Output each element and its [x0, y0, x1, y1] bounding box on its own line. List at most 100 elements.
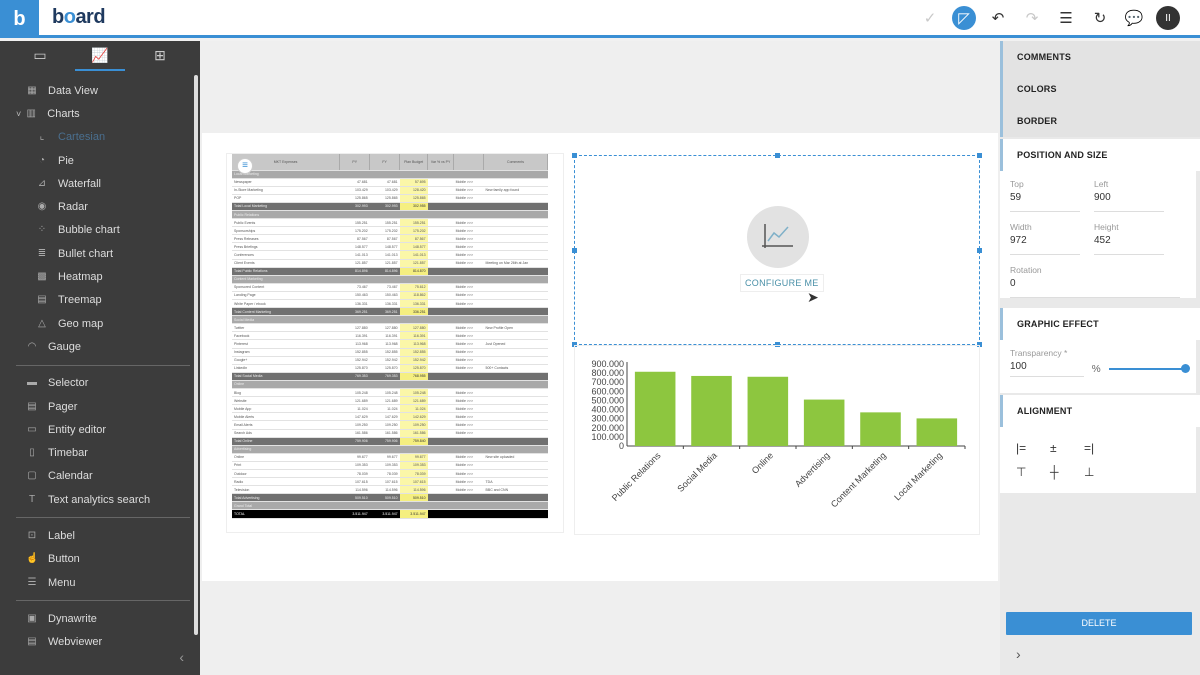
editable-cell[interactable]: 125.865: [399, 194, 428, 203]
refresh-icon[interactable]: ↻: [1088, 6, 1112, 30]
editable-cell[interactable]: 768.955: [399, 372, 428, 381]
table-cell[interactable]: [483, 356, 548, 365]
editable-cell[interactable]: 152.942: [399, 356, 428, 365]
sidebar-item-charts[interactable]: ˅ ▥ Charts: [0, 102, 200, 125]
editable-cell[interactable]: 814.870: [399, 267, 428, 276]
top-input[interactable]: 59: [1010, 192, 1080, 212]
sidebar-item-pie[interactable]: ◔ Pie: [0, 149, 200, 172]
sidebar-item-dynawrite[interactable]: ▣ Dynawrite: [0, 607, 200, 630]
section-position-size[interactable]: POSITION AND SIZE: [1000, 139, 1200, 171]
app-logo[interactable]: b: [0, 0, 39, 38]
delete-button[interactable]: DELETE: [1006, 612, 1192, 635]
column-header[interactable]: [453, 154, 485, 171]
undo-icon[interactable]: ↶: [986, 6, 1010, 30]
table-cell[interactable]: [483, 429, 548, 438]
sidebar-scrollbar[interactable]: [194, 75, 198, 635]
editable-cell[interactable]: 121.857: [399, 259, 428, 268]
table-cell[interactable]: [483, 202, 548, 211]
section-graphic-effect[interactable]: GRAPHIC EFFECT: [1000, 308, 1200, 340]
editable-cell[interactable]: 3.511.947: [399, 509, 428, 519]
bar-chart[interactable]: 0 100.000 200.000 300.000 400.000 500.000 600.…: [574, 345, 980, 535]
align-middle-v-icon[interactable]: ┼: [1050, 465, 1084, 479]
table-cell[interactable]: [483, 412, 548, 422]
editable-cell[interactable]: 142.629: [399, 412, 428, 422]
table-cell[interactable]: [483, 226, 548, 236]
resize-handle[interactable]: [977, 248, 982, 253]
editable-cell[interactable]: 78.039: [399, 469, 428, 479]
user-avatar[interactable]: II: [1156, 6, 1180, 30]
sidebar-item-webviewer[interactable]: ▤ Webviewer: [0, 631, 200, 654]
collapse-sidebar-icon[interactable]: ‹: [179, 649, 184, 665]
editable-cell[interactable]: 302.955: [399, 202, 428, 211]
editable-cell[interactable]: 759.840: [399, 437, 428, 446]
resize-handle[interactable]: [775, 153, 780, 158]
sidebar-item-entity-editor[interactable]: ▭ Entity editor: [0, 418, 200, 441]
table-cell[interactable]: [483, 461, 548, 470]
table-cell[interactable]: New site uploaded: [483, 453, 548, 462]
editable-cell[interactable]: 109.353: [399, 461, 428, 470]
table-cell[interactable]: [483, 194, 548, 203]
editable-cell[interactable]: 114.596: [399, 485, 428, 495]
left-input[interactable]: 900: [1094, 192, 1164, 212]
align-left-icon[interactable]: |=: [1016, 441, 1050, 455]
section-colors[interactable]: COLORS: [1000, 73, 1200, 105]
table-cell[interactable]: [483, 178, 548, 187]
editable-cell[interactable]: 87.567: [399, 234, 428, 244]
table-cell[interactable]: [483, 420, 548, 430]
editable-cell[interactable]: 118.862: [399, 291, 428, 301]
align-panel-icon[interactable]: ☰: [1054, 6, 1078, 30]
sidebar-item-gauge[interactable]: ◠ Gauge: [0, 335, 200, 358]
column-header[interactable]: Var % vs PY: [427, 154, 455, 171]
table-cell[interactable]: [483, 283, 548, 292]
table-cell[interactable]: [483, 469, 548, 479]
editable-cell[interactable]: 113.968: [399, 339, 428, 349]
table-cell[interactable]: BBC and CNN: [483, 485, 548, 495]
sidebar-item-cartesian[interactable]: ⌞ Cartesian: [0, 126, 200, 149]
editable-cell[interactable]: 109.250: [399, 420, 428, 430]
sidebar-item-radar[interactable]: ◉ Radar: [0, 195, 200, 218]
table-cell[interactable]: [483, 242, 548, 252]
editable-cell[interactable]: 105.248: [399, 388, 428, 398]
transparency-input[interactable]: 100: [1010, 361, 1084, 377]
table-cell[interactable]: [483, 267, 548, 276]
align-right-icon[interactable]: =|: [1084, 441, 1118, 455]
editable-cell[interactable]: 107.615: [399, 477, 428, 487]
table-cell[interactable]: Meeting on Mar 26th at Jan: [483, 259, 548, 268]
transparency-slider[interactable]: [1108, 364, 1190, 373]
data-view[interactable]: MKT Expenses PY FY Plan Budget Var % vs PY Co…: [226, 153, 564, 533]
sidebar-item-treemap[interactable]: ▤ Treemap: [0, 289, 200, 312]
resize-handle[interactable]: [572, 248, 577, 253]
rotation-input[interactable]: 0: [1010, 278, 1180, 298]
table-cell[interactable]: [483, 299, 548, 309]
sidebar-item-timebar[interactable]: ▯ Timebar: [0, 441, 200, 464]
sidebar-item-button[interactable]: ☝ Button: [0, 548, 200, 571]
editable-cell[interactable]: 116.391: [399, 331, 428, 341]
editable-cell[interactable]: 336.251: [399, 307, 428, 317]
comments-icon[interactable]: 💬: [1122, 6, 1146, 30]
sidebar-item-text-analytics-search[interactable]: T Text analytics search: [0, 488, 200, 511]
sidebar-item-label[interactable]: ⊡ Label: [0, 524, 200, 547]
column-header[interactable]: FY: [369, 154, 401, 171]
column-header[interactable]: Plan Budget: [399, 154, 429, 171]
tab-screens[interactable]: ⊞: [145, 41, 175, 73]
editable-cell[interactable]: 75.612: [399, 283, 428, 292]
align-center-h-icon[interactable]: ±: [1050, 441, 1084, 455]
sidebar-item-bullet-chart[interactable]: ≣ Bullet chart: [0, 242, 200, 265]
editable-cell[interactable]: 152.855: [399, 348, 428, 357]
table-cell[interactable]: New Profile Open: [483, 323, 548, 333]
editable-cell[interactable]: 155.251: [399, 218, 428, 228]
editable-cell[interactable]: 11.024: [399, 404, 428, 414]
align-top-icon[interactable]: ⊤: [1016, 465, 1050, 479]
data-view-menu-icon[interactable]: ≡: [237, 158, 253, 174]
table-cell[interactable]: [483, 404, 548, 414]
table-cell[interactable]: [483, 493, 548, 503]
sidebar-item-geo-map[interactable]: △ Geo map: [0, 312, 200, 335]
editable-cell[interactable]: 175.202: [399, 226, 428, 236]
table-cell[interactable]: [483, 372, 548, 381]
design-mode-icon[interactable]: ◸: [952, 6, 976, 30]
column-header[interactable]: PY: [339, 154, 371, 171]
height-input[interactable]: 452: [1094, 235, 1164, 255]
editable-cell[interactable]: 136.331: [399, 299, 428, 309]
confirm-icon[interactable]: ✓: [918, 6, 942, 30]
section-alignment[interactable]: ALIGNMENT: [1000, 395, 1200, 427]
